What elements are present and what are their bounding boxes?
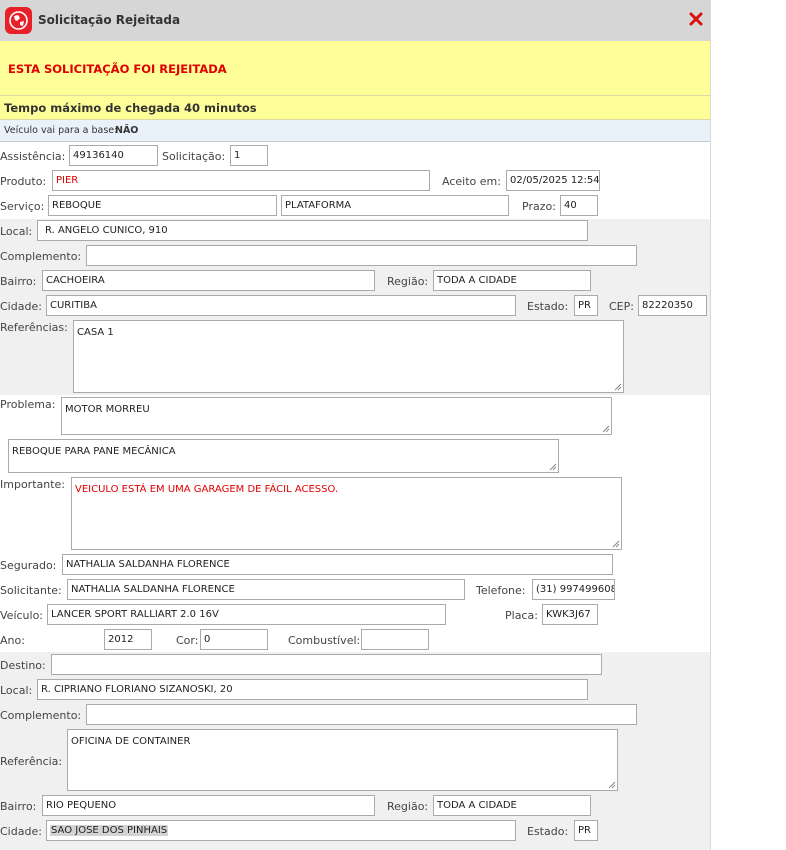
title-bar: Solicitação Rejeitada (0, 0, 710, 41)
base-label: Veículo vai para a base: (4, 125, 118, 136)
complemento-label: Complemento: (0, 250, 82, 263)
destino-estado-label: Estado: (527, 825, 569, 838)
destino-complemento-label: Complemento: (0, 709, 82, 722)
solicitacao-label: Solicitação: (162, 150, 226, 163)
destino-estado-field[interactable]: PR (574, 820, 598, 841)
base-value: NÃO (115, 125, 139, 136)
window-title: Solicitação Rejeitada (38, 13, 181, 27)
arrival-banner: Tempo máximo de chegada 40 minutos (0, 96, 710, 120)
importante-textarea[interactable]: VEICULO ESTÁ EM UMA GARAGEM DE FÁCIL ACE… (71, 477, 622, 550)
servico-field[interactable]: REBOQUE (48, 195, 277, 216)
rejected-message: ESTA SOLICITAÇÃO FOI REJEITADA (8, 62, 227, 76)
aceito-field[interactable]: 02/05/2025 12:54 (506, 170, 600, 191)
dialog-window: Solicitação Rejeitada ESTA SOLICITAÇÃO F… (0, 0, 711, 850)
telefone-field[interactable]: (31) 997499608 (532, 579, 615, 600)
bairro-field[interactable]: CACHOEIRA (42, 270, 375, 291)
produto-field[interactable]: PIER (52, 170, 430, 191)
servico-label: Serviço: (0, 200, 45, 213)
referencia-label: Referência: (0, 755, 63, 768)
cor-label: Cor: (176, 634, 199, 647)
regiao-label: Região: (387, 275, 429, 288)
destino-local-field[interactable]: R. CIPRIANO FLORIANO SIZANOSKI, 20 (37, 679, 588, 700)
segurado-field[interactable]: NATHALIA SALDANHA FLORENCE (62, 554, 613, 575)
estado-field[interactable]: PR (574, 295, 598, 316)
cidade-field[interactable]: CURITIBA (46, 295, 516, 316)
veiculo-field[interactable]: LANCER SPORT RALLIART 2.0 16V (47, 604, 446, 625)
destino-bairro-field[interactable]: RIO PEQUENO (42, 795, 375, 816)
produto-label: Produto: (0, 175, 47, 188)
local-label: Local: (0, 225, 33, 238)
resize-grip-icon[interactable] (602, 425, 610, 433)
base-banner: Veículo vai para a base: NÃO (0, 120, 710, 142)
segurado-label: Segurado: (0, 559, 57, 572)
assistencia-field[interactable]: 49136140 (69, 145, 158, 166)
cidade-label: Cidade: (0, 300, 42, 313)
aceito-label: Aceito em: (442, 175, 501, 188)
assistencia-label: Assistência: (0, 150, 66, 163)
resize-grip-icon[interactable] (608, 781, 616, 789)
ano-field[interactable]: 2012 (104, 629, 152, 650)
solicitante-label: Solicitante: (0, 584, 62, 597)
descricao-textarea[interactable]: REBOQUE PARA PANE MECÂNICA (8, 439, 559, 473)
referencia-textarea[interactable]: OFICINA DE CONTAINER (67, 729, 618, 791)
destino-cidade-text: SAO JOSE DOS PINHAIS (50, 825, 169, 836)
regiao-field[interactable]: TODA A CIDADE (433, 270, 591, 291)
close-icon[interactable] (688, 11, 704, 27)
bairro-label: Bairro: (0, 275, 37, 288)
resize-grip-icon[interactable] (549, 463, 557, 471)
servico-tipo-field[interactable]: PLATAFORMA (281, 195, 509, 216)
destino-regiao-field[interactable]: TODA A CIDADE (433, 795, 591, 816)
cor-field[interactable]: 0 (200, 629, 268, 650)
prazo-field[interactable]: 40 (560, 195, 598, 216)
telefone-label: Telefone: (476, 584, 526, 597)
cep-label: CEP: (609, 300, 634, 313)
descricao-text: REBOQUE PARA PANE MECÂNICA (12, 446, 176, 457)
prazo-label: Prazo: (522, 200, 556, 213)
problema-label: Problema: (0, 398, 56, 411)
estado-label: Estado: (527, 300, 569, 313)
referencias-text: CASA 1 (77, 327, 114, 338)
arrival-time-text: Tempo máximo de chegada 40 minutos (4, 101, 257, 115)
destino-cidade-label: Cidade: (0, 825, 42, 838)
destino-label: Destino: (0, 659, 46, 672)
destino-local-label: Local: (0, 684, 33, 697)
importante-label: Importante: (0, 478, 66, 491)
referencias-textarea[interactable]: CASA 1 (73, 320, 624, 393)
globe-app-icon (5, 7, 32, 34)
referencia-text: OFICINA DE CONTAINER (71, 736, 191, 747)
ano-label: Ano: (0, 634, 25, 647)
problema-text: MOTOR MORREU (65, 404, 150, 415)
destino-field[interactable] (51, 654, 602, 675)
complemento-field[interactable] (86, 245, 637, 266)
destino-bairro-label: Bairro: (0, 800, 37, 813)
problema-textarea[interactable]: MOTOR MORREU (61, 397, 612, 435)
combustivel-field[interactable] (361, 629, 429, 650)
destino-regiao-label: Região: (387, 800, 429, 813)
resize-grip-icon[interactable] (612, 540, 620, 548)
importante-text: VEICULO ESTÁ EM UMA GARAGEM DE FÁCIL ACE… (75, 484, 339, 495)
referencias-label: Referências: (0, 321, 68, 334)
solicitante-field[interactable]: NATHALIA SALDANHA FLORENCE (67, 579, 465, 600)
veiculo-label: Veículo: (0, 609, 44, 622)
solicitacao-field[interactable]: 1 (230, 145, 268, 166)
rejected-banner: ESTA SOLICITAÇÃO FOI REJEITADA (0, 41, 710, 96)
placa-field[interactable]: KWK3J67 (542, 604, 598, 625)
local-field[interactable]: R. ANGELO CUNICO, 910 (37, 220, 588, 241)
destino-cidade-field[interactable]: SAO JOSE DOS PINHAIS (46, 820, 516, 841)
resize-grip-icon[interactable] (614, 383, 622, 391)
cep-field[interactable]: 82220350 (638, 295, 707, 316)
destino-complemento-field[interactable] (86, 704, 637, 725)
placa-label: Placa: (505, 609, 538, 622)
combustivel-label: Combustível: (288, 634, 361, 647)
